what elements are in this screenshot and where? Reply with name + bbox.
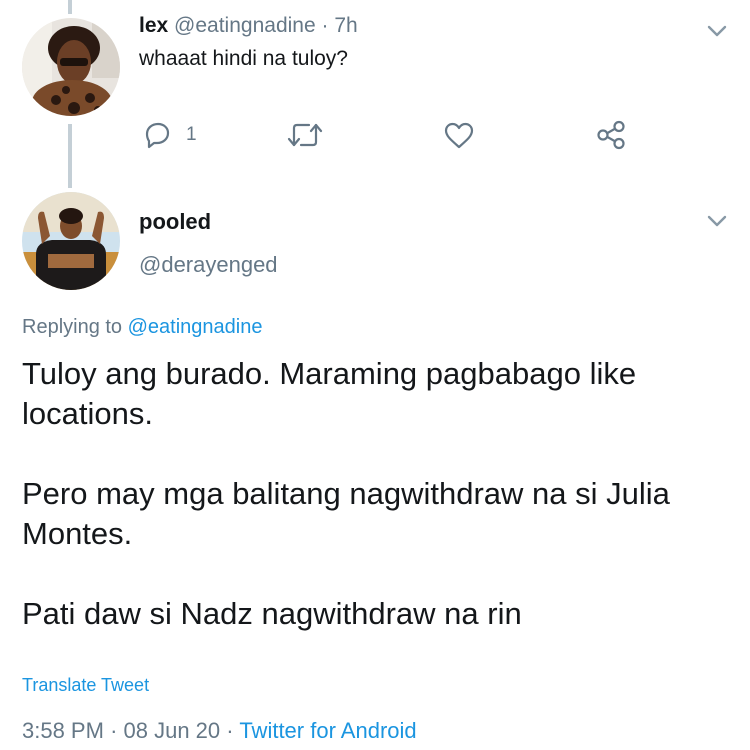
tweet-paragraph: Tuloy ang burado. Maraming pagbabago lik… [22,356,637,431]
reply-button[interactable]: 1 [143,120,197,150]
replying-prefix: Replying to [22,316,123,338]
replying-handle-link[interactable]: @eatingnadine [128,316,263,338]
timestamp[interactable]: 7h [334,14,357,37]
tweet-meta: 3:58 PM · 08 Jun 20 · Twitter for Androi… [22,717,417,745]
tweet-time: 3:58 PM [22,718,104,743]
tweet-date: 08 Jun 20 [123,718,221,743]
tweet-body: Tuloy ang burado. Maraming pagbabago lik… [22,354,732,634]
dot-separator: · [226,718,234,743]
avatar[interactable] [22,192,120,290]
chevron-down-icon[interactable] [706,210,728,232]
heart-icon [444,122,474,149]
like-button[interactable] [444,122,474,149]
reply-icon [145,122,170,149]
display-name[interactable]: lex [139,14,168,37]
tweet-paragraph: Pero may mga balitang nagwithdraw na si … [22,476,670,551]
avatar[interactable] [22,18,120,116]
dot-separator: · [321,14,329,37]
tweet-header: lex @eatingnadine · 7h [139,13,358,39]
user-handle[interactable]: @derayenged [139,251,278,279]
thread-line-top [68,0,72,14]
chevron-down-icon[interactable] [706,20,728,42]
translate-tweet-link[interactable]: Translate Tweet [22,673,149,697]
retweet-icon [287,123,323,147]
tweet-paragraph: Pati daw si Nadz nagwithdraw na rin [22,596,522,631]
user-handle[interactable]: @eatingnadine [174,14,316,37]
dot-separator: · [110,718,118,743]
display-name[interactable]: pooled [139,208,211,236]
reply-count: 1 [186,124,197,145]
share-icon [597,120,625,150]
tweet-source-link[interactable]: Twitter for Android [239,718,416,743]
replying-to: Replying to @eatingnadine [22,314,262,340]
thread-line-connector [68,124,72,188]
share-button[interactable] [596,120,626,150]
retweet-button[interactable] [285,121,325,149]
tweet-text: whaaat hindi na tuloy? [139,47,348,70]
